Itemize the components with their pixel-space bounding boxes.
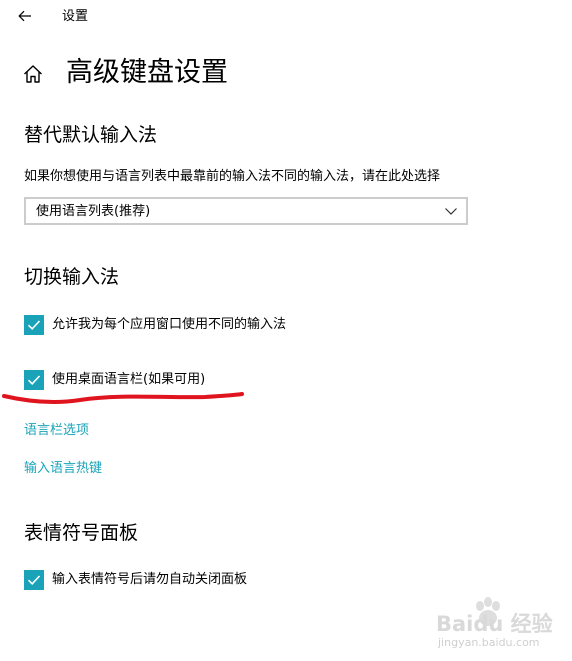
back-button[interactable] xyxy=(12,4,38,28)
per-app-input-label: 允许我为每个应用窗口使用不同的输入法 xyxy=(52,317,287,332)
app-title: 设置 xyxy=(62,9,89,24)
language-bar-options-link[interactable]: 语言栏选项 xyxy=(24,422,89,440)
title-bar: 设置 xyxy=(0,0,572,34)
emoji-auto-close-checkbox[interactable] xyxy=(24,570,44,590)
home-icon[interactable] xyxy=(22,63,44,85)
override-input-description: 如果你想使用与语言列表中最靠前的输入法不同的输入法，请在此处选择 xyxy=(24,169,441,184)
desktop-language-bar-label: 使用桌面语言栏(如果可用) xyxy=(52,372,206,387)
emoji-auto-close-label: 输入表情符号后请勿自动关闭面板 xyxy=(52,572,248,587)
checkmark-icon xyxy=(27,375,41,385)
desktop-language-bar-checkbox[interactable] xyxy=(24,370,44,390)
back-arrow-icon xyxy=(18,10,31,22)
baidu-watermark: Baidu 经验 jingyan.baidu.com xyxy=(436,596,566,658)
section-title-switch-input: 切换输入法 xyxy=(24,266,120,288)
page-title: 高级键盘设置 xyxy=(66,57,228,88)
per-app-input-checkbox[interactable] xyxy=(24,315,44,335)
section-title-emoji-panel: 表情符号面板 xyxy=(24,522,139,544)
checkmark-icon xyxy=(27,575,41,585)
checkmark-icon xyxy=(27,320,41,330)
watermark-url: jingyan.baidu.com xyxy=(438,636,540,649)
input-language-hotkeys-link[interactable]: 输入语言热键 xyxy=(24,460,102,478)
chevron-down-icon xyxy=(445,208,457,215)
settings-window: 设置 高级键盘设置 替代默认输入法 如果你想使用与语言列表中最靠前的输入法不同的… xyxy=(0,0,572,661)
dropdown-selected-value: 使用语言列表(推荐) xyxy=(36,204,151,219)
section-title-override-input: 替代默认输入法 xyxy=(24,124,158,146)
watermark-brand: Baidu 经验 xyxy=(436,612,553,636)
default-input-method-dropdown[interactable]: 使用语言列表(推荐) xyxy=(24,197,468,225)
